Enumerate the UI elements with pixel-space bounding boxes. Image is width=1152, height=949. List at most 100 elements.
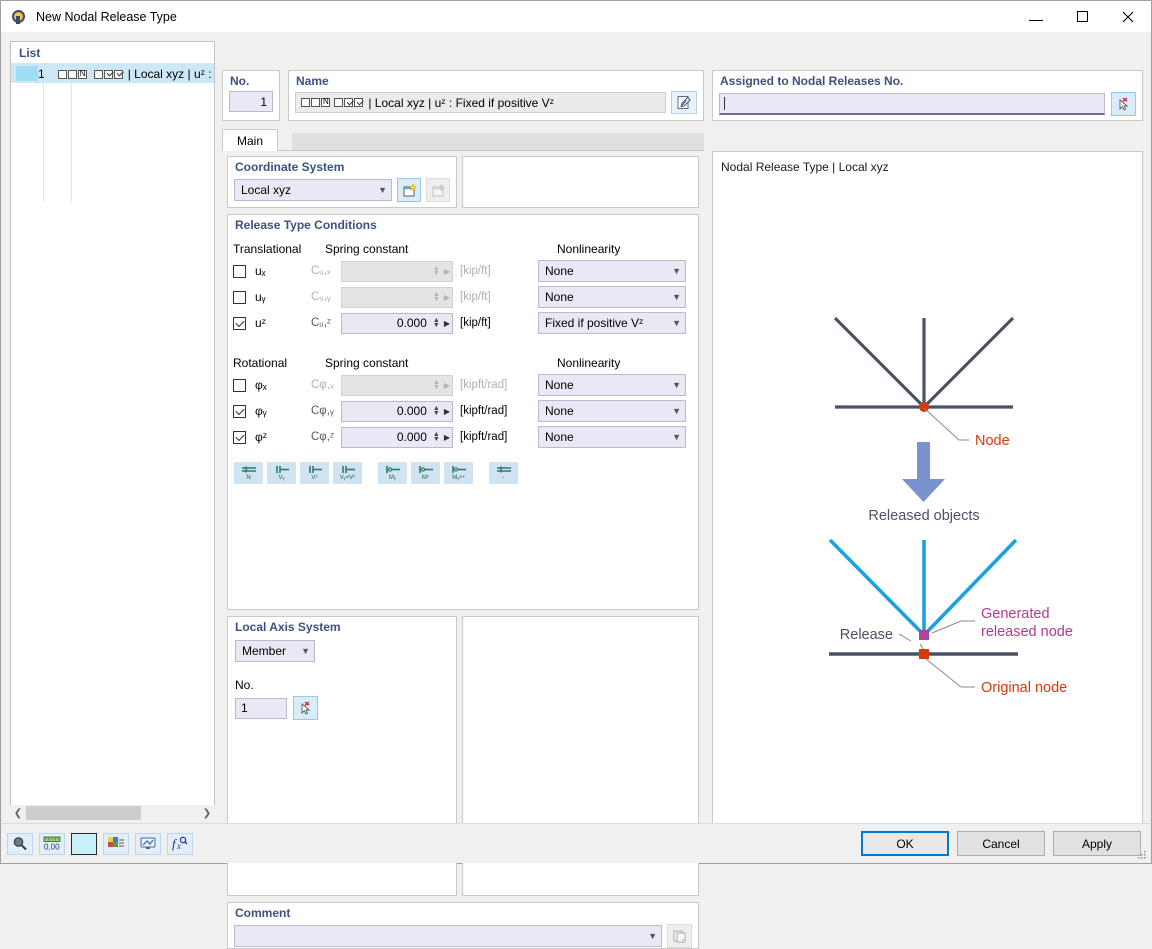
list-item-color-swatch bbox=[16, 66, 38, 81]
assigned-group: Assigned to Nodal Releases No. bbox=[712, 70, 1143, 121]
app-icon bbox=[10, 8, 28, 26]
local-axis-pick-button[interactable] bbox=[293, 696, 318, 720]
chevron-down-icon: ▼ bbox=[293, 646, 310, 656]
nonlinearity-select-ux[interactable]: None▼ bbox=[538, 260, 686, 282]
dof-label-uy: uᵧ bbox=[255, 290, 311, 304]
spring-input-phix: ▲▼▶ bbox=[341, 375, 453, 396]
dialog-body: List 1 | Local xyz | uᶻ : Fix bbox=[1, 32, 1151, 863]
assigned-input[interactable] bbox=[719, 93, 1105, 115]
main-pane: Coordinate System Local xyz ▼ bbox=[222, 151, 704, 806]
render-settings-button[interactable] bbox=[103, 833, 129, 855]
name-rot-x-glyph bbox=[334, 98, 343, 107]
preset-my-mz-button[interactable]: Mᵧ+ᶻ bbox=[444, 462, 473, 484]
spring-symbol-phiy: Cφ,ᵧ bbox=[311, 405, 341, 417]
name-input[interactable]: | Local xyz | uᶻ : Fixed if positive Vᶻ bbox=[295, 92, 666, 113]
checkbox-phiz[interactable] bbox=[233, 431, 246, 444]
preset-vz-button[interactable]: Vᶻ bbox=[300, 462, 329, 484]
chevron-down-icon: ▼ bbox=[664, 292, 681, 302]
release-type-conditions-group: Release Type Conditions Translational Sp… bbox=[227, 214, 699, 610]
dof-label-phiy: φᵧ bbox=[255, 404, 311, 418]
transform-arrow-icon bbox=[902, 442, 945, 502]
condition-row-uz: uᶻ Cᵤ,ᶻ 0.000▲▼▶ [kip/ft] Fixed if posit… bbox=[233, 312, 698, 334]
spring-input-uz[interactable]: 0.000▲▼▶ bbox=[341, 313, 453, 334]
assigned-label: Assigned to Nodal Releases No. bbox=[713, 71, 1142, 88]
scroll-left-icon[interactable]: ❮ bbox=[10, 805, 26, 821]
unit-phiz: [kipft/rad] bbox=[460, 431, 538, 443]
preset-vz-label: Vᶻ bbox=[311, 475, 317, 481]
list-horizontal-scrollbar[interactable]: ❮ ❯ bbox=[10, 805, 215, 821]
preset-vy-vz-button[interactable]: Vᵧ+Vᶻ bbox=[333, 462, 362, 484]
checkbox-uz[interactable] bbox=[233, 317, 246, 330]
close-button[interactable] bbox=[1105, 1, 1151, 32]
nonlinearity-select-uy[interactable]: None▼ bbox=[538, 286, 686, 308]
scrollbar-track[interactable] bbox=[26, 805, 199, 821]
preset-my-mz-label: Mᵧ+ᶻ bbox=[452, 475, 465, 481]
comment-input[interactable]: ▼ bbox=[234, 925, 662, 947]
trans-z-glyph bbox=[78, 70, 87, 79]
unit-ux: [kip/ft] bbox=[460, 265, 538, 277]
preset-my-button[interactable]: Mᵧ bbox=[378, 462, 407, 484]
formula-button[interactable]: fx bbox=[167, 833, 193, 855]
unit-phiy: [kipft/rad] bbox=[460, 405, 538, 417]
nonlinearity-select-uz[interactable]: Fixed if positive Vᶻ▼ bbox=[538, 312, 686, 334]
assigned-pick-button[interactable] bbox=[1111, 92, 1136, 116]
preset-none-button[interactable]: - bbox=[489, 462, 518, 484]
release-type-conditions-label: Release Type Conditions bbox=[228, 215, 698, 232]
preset-n-button[interactable]: N bbox=[234, 462, 263, 484]
list-rows: 1 | Local xyz | uᶻ : Fix bbox=[11, 63, 214, 83]
edit-coordinate-system-button bbox=[426, 178, 450, 202]
node-leader-line bbox=[924, 408, 959, 440]
local-axis-no-input[interactable]: 1 bbox=[235, 698, 287, 719]
svg-text:x: x bbox=[176, 841, 181, 851]
name-rot-y-glyph bbox=[344, 98, 353, 107]
local-axis-value: Member bbox=[242, 644, 286, 658]
coordinate-system-info-panel bbox=[462, 156, 699, 208]
checkbox-phix[interactable] bbox=[233, 379, 246, 392]
scrollbar-thumb[interactable] bbox=[26, 806, 141, 820]
list-item-number: 1 bbox=[38, 67, 51, 81]
scroll-right-icon[interactable]: ❯ bbox=[199, 805, 215, 821]
minimize-button[interactable] bbox=[1013, 1, 1059, 32]
coordinate-system-select[interactable]: Local xyz ▼ bbox=[234, 179, 392, 201]
local-axis-select[interactable]: Member ▼ bbox=[235, 640, 315, 662]
ok-button[interactable]: OK bbox=[861, 831, 949, 856]
list-header: List bbox=[11, 42, 214, 63]
comment-label: Comment bbox=[228, 903, 698, 920]
preset-vy-button[interactable]: Vᵧ bbox=[267, 462, 296, 484]
spring-input-uy: ▲▼▶ bbox=[341, 287, 453, 308]
spring-input-phiy[interactable]: 0.000▲▼▶ bbox=[341, 401, 453, 422]
chevron-down-icon: ▼ bbox=[664, 380, 681, 390]
preset-mz-button[interactable]: Mᶻ bbox=[411, 462, 440, 484]
checkbox-ux[interactable] bbox=[233, 265, 246, 278]
spring-symbol-uy: Cᵤ,ᵧ bbox=[311, 291, 341, 303]
new-coordinate-system-button[interactable] bbox=[397, 178, 421, 202]
number-input[interactable]: 1 bbox=[229, 91, 273, 112]
comment-group: Comment ▼ bbox=[227, 902, 699, 949]
nonlinearity-select-phiz[interactable]: None▼ bbox=[538, 426, 686, 448]
spring-symbol-uz: Cᵤ,ᶻ bbox=[311, 317, 341, 329]
chevron-down-icon: ▼ bbox=[664, 406, 681, 416]
number-label: No. bbox=[223, 71, 279, 88]
color-swatch-button[interactable] bbox=[71, 833, 97, 855]
name-edit-button[interactable] bbox=[671, 91, 697, 114]
apply-button[interactable]: Apply bbox=[1053, 831, 1141, 856]
chevron-down-icon: ▼ bbox=[370, 185, 387, 195]
cancel-button[interactable]: Cancel bbox=[957, 831, 1045, 856]
display-properties-button[interactable] bbox=[135, 833, 161, 855]
preset-my-label: Mᵧ bbox=[389, 475, 396, 481]
dialog-window: New Nodal Release Type List 1 bbox=[0, 0, 1152, 864]
spring-input-phiz[interactable]: 0.000▲▼▶ bbox=[341, 427, 453, 448]
checkbox-uy[interactable] bbox=[233, 291, 246, 304]
comment-copy-button[interactable] bbox=[667, 924, 692, 948]
list-item[interactable]: 1 | Local xyz | uᶻ : Fix bbox=[11, 64, 214, 83]
tab-main[interactable]: Main bbox=[222, 129, 278, 151]
maximize-button[interactable] bbox=[1059, 1, 1105, 32]
units-button[interactable]: 0,00 bbox=[39, 833, 65, 855]
nonlinearity-select-phix[interactable]: None▼ bbox=[538, 374, 686, 396]
dof-label-phix: φₓ bbox=[255, 378, 311, 392]
footer-bar: 0,00 fx OK Cancel Apply bbox=[1, 823, 1151, 863]
nonlinearity-select-phiy[interactable]: None▼ bbox=[538, 400, 686, 422]
checkbox-phiy[interactable] bbox=[233, 405, 246, 418]
search-magnifier-button[interactable] bbox=[7, 833, 33, 855]
resize-grip-icon[interactable] bbox=[1137, 850, 1147, 860]
